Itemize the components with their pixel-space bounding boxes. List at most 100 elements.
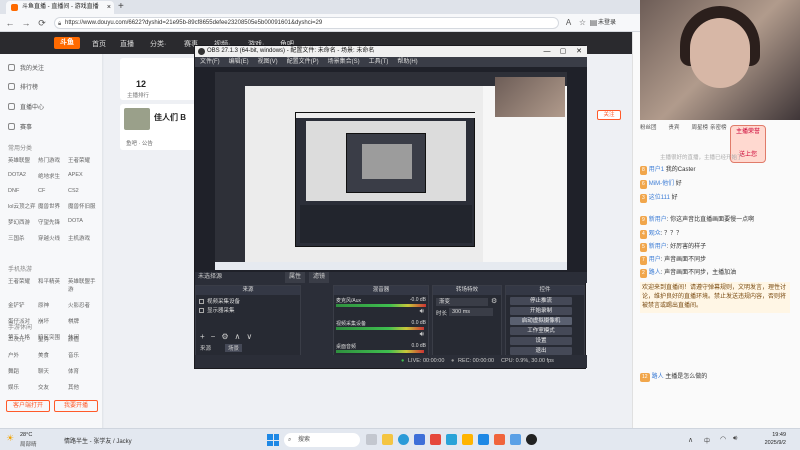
category-link[interactable]: 颜值 <box>68 335 98 343</box>
properties-button[interactable]: 属性 <box>285 272 306 283</box>
duration-input[interactable]: 300 ms <box>449 308 493 316</box>
exit-button[interactable]: 退出 <box>510 347 572 355</box>
app-icon[interactable] <box>510 434 521 445</box>
move-down-icon[interactable]: ∨ <box>246 332 252 341</box>
stop-streaming-button[interactable]: 停止推流 <box>510 297 572 305</box>
edge-icon[interactable] <box>398 434 409 445</box>
obs-close-button[interactable]: ✕ <box>571 46 587 57</box>
profile-button[interactable]: 未登录 <box>598 17 616 29</box>
menu-tools[interactable]: 工具(T) <box>369 57 389 67</box>
favorite-icon[interactable]: ☆ <box>577 17 588 29</box>
task-view-icon[interactable] <box>366 434 377 445</box>
category-link[interactable]: CS2 <box>68 188 98 194</box>
category-link[interactable]: 热门游戏 <box>38 156 68 164</box>
category-link[interactable]: 崩坏 <box>38 317 68 325</box>
sidebar-item-events[interactable]: 赛事 <box>8 122 32 131</box>
category-link[interactable]: 魔兽世界 <box>38 202 68 210</box>
category-link[interactable]: 二次元 <box>8 335 38 343</box>
category-link[interactable]: APEX <box>68 172 98 180</box>
clock-time[interactable]: 19:49 <box>758 432 786 438</box>
category-link[interactable]: 娱乐 <box>8 383 38 391</box>
url-bar[interactable]: 🔒︎ https://www.douyu.com/6622?dyshid=21e… <box>54 17 559 29</box>
obs-maximize-button[interactable]: ▢ <box>555 46 571 57</box>
speaker-icon[interactable]: 🔊︎ <box>420 308 424 316</box>
category-link[interactable]: 星秀 <box>38 335 68 343</box>
taskbar-search[interactable]: ⌕ 搜索 <box>284 433 360 447</box>
category-link[interactable]: 户外 <box>8 351 38 359</box>
tab-fans[interactable]: 粉丝团 <box>640 123 657 131</box>
transition-select[interactable]: 渐变 <box>436 298 488 306</box>
menu-edit[interactable]: 编辑(E) <box>229 57 249 67</box>
category-link[interactable]: 原神 <box>38 301 68 309</box>
back-icon[interactable]: ← <box>4 17 16 29</box>
source-item[interactable]: 显示器采集 <box>199 306 235 314</box>
category-link[interactable]: 交友 <box>38 383 68 391</box>
menu-profile[interactable]: 配置文件(P) <box>287 57 319 67</box>
category-link[interactable]: 魔兽怀旧服 <box>68 202 98 210</box>
sidebar-item-ranking[interactable]: 排行榜 <box>8 82 38 91</box>
move-up-icon[interactable]: ∧ <box>235 332 241 341</box>
app-icon[interactable] <box>462 434 473 445</box>
translate-icon[interactable]: A <box>563 17 574 29</box>
transition-gear-icon[interactable]: ⚙ <box>491 297 497 305</box>
app-icon[interactable] <box>446 434 457 445</box>
speaker-icon[interactable]: 🔊︎ <box>420 331 424 339</box>
category-link[interactable]: 火影忍者 <box>68 301 98 309</box>
virtual-camera-button[interactable]: 启动虚拟摄像机 <box>510 317 572 325</box>
studio-mode-button[interactable]: 工作室模式 <box>510 327 572 335</box>
new-tab-button[interactable]: + <box>118 0 124 14</box>
app-icon[interactable] <box>430 434 441 445</box>
category-link[interactable]: 主机游戏 <box>68 234 98 242</box>
language-icon[interactable]: 中 <box>704 436 710 445</box>
footer-scenes[interactable]: 场景 <box>225 344 243 352</box>
filters-button[interactable]: 滤镜 <box>309 272 330 283</box>
nav-category[interactable]: 分类· <box>150 39 166 49</box>
category-link[interactable]: 英雄联盟手游 <box>68 277 98 293</box>
browser-tab[interactable]: 斗鱼直播 - 直播间 - 游戏直播 × <box>6 1 114 14</box>
tab-vip[interactable]: 贵宾 <box>669 123 680 131</box>
douyu-logo[interactable]: 斗鱼 <box>54 37 80 49</box>
category-link[interactable]: lol云顶之弈 <box>8 202 38 210</box>
settings-gear-icon[interactable]: ⚙ <box>221 332 228 341</box>
source-item[interactable]: 视频采集设备 <box>199 297 240 305</box>
category-link[interactable]: 其他 <box>68 383 98 391</box>
forward-icon[interactable]: → <box>20 17 32 29</box>
obs-preview[interactable] <box>195 67 587 272</box>
clock-date[interactable]: 2025/9/2 <box>754 440 786 446</box>
volume-icon[interactable]: 🔊︎ <box>733 435 737 443</box>
menu-scene-collection[interactable]: 场景集合(S) <box>328 57 360 67</box>
room-card[interactable]: 佳人们 B 鱼吧 · 公告 <box>120 104 196 150</box>
category-link[interactable]: 和平精英 <box>38 277 68 293</box>
tray-chevron-icon[interactable]: ∧ <box>688 436 693 444</box>
category-link[interactable]: 穿越火线 <box>38 234 68 242</box>
category-link[interactable]: 英雄联盟 <box>8 156 38 164</box>
tab-weekly[interactable]: 周星榜 <box>692 123 709 131</box>
category-link[interactable]: 梦幻西游 <box>8 218 38 226</box>
menu-file[interactable]: 文件(F) <box>200 57 220 67</box>
category-link[interactable]: DOTA2 <box>8 172 38 180</box>
category-link[interactable]: 美食 <box>38 351 68 359</box>
open-client-button[interactable]: 客户端打开 <box>6 400 50 412</box>
start-live-button[interactable]: 我要开播 <box>54 400 98 412</box>
category-link[interactable]: 金铲铲 <box>8 301 38 309</box>
category-link[interactable]: 绝地求生 <box>38 172 68 180</box>
nav-home[interactable]: 首页 <box>92 39 106 49</box>
refresh-icon[interactable]: ⟳ <box>36 17 48 29</box>
category-link[interactable]: 舞蹈 <box>8 367 38 375</box>
wifi-icon[interactable]: ◠ <box>720 435 726 443</box>
start-recording-button[interactable]: 开始录制 <box>510 307 572 315</box>
category-link[interactable]: 体育 <box>68 367 98 375</box>
file-explorer-icon[interactable] <box>382 434 393 445</box>
store-icon[interactable] <box>414 434 425 445</box>
nav-live[interactable]: 直播 <box>120 39 134 49</box>
sidebar-item-following[interactable]: 我的关注 <box>8 63 44 72</box>
tab-intimacy[interactable]: 亲密榜 <box>710 123 727 131</box>
add-source-icon[interactable]: + <box>200 332 205 341</box>
category-link[interactable]: DNF <box>8 188 38 194</box>
remove-source-icon[interactable]: − <box>211 332 216 341</box>
menu-help[interactable]: 帮助(H) <box>397 57 417 67</box>
settings-button[interactable]: 设置 <box>510 337 572 345</box>
category-link[interactable]: 聊天 <box>38 367 68 375</box>
category-link[interactable]: 王者荣耀 <box>68 156 98 164</box>
obs-minimize-button[interactable]: — <box>539 46 555 57</box>
